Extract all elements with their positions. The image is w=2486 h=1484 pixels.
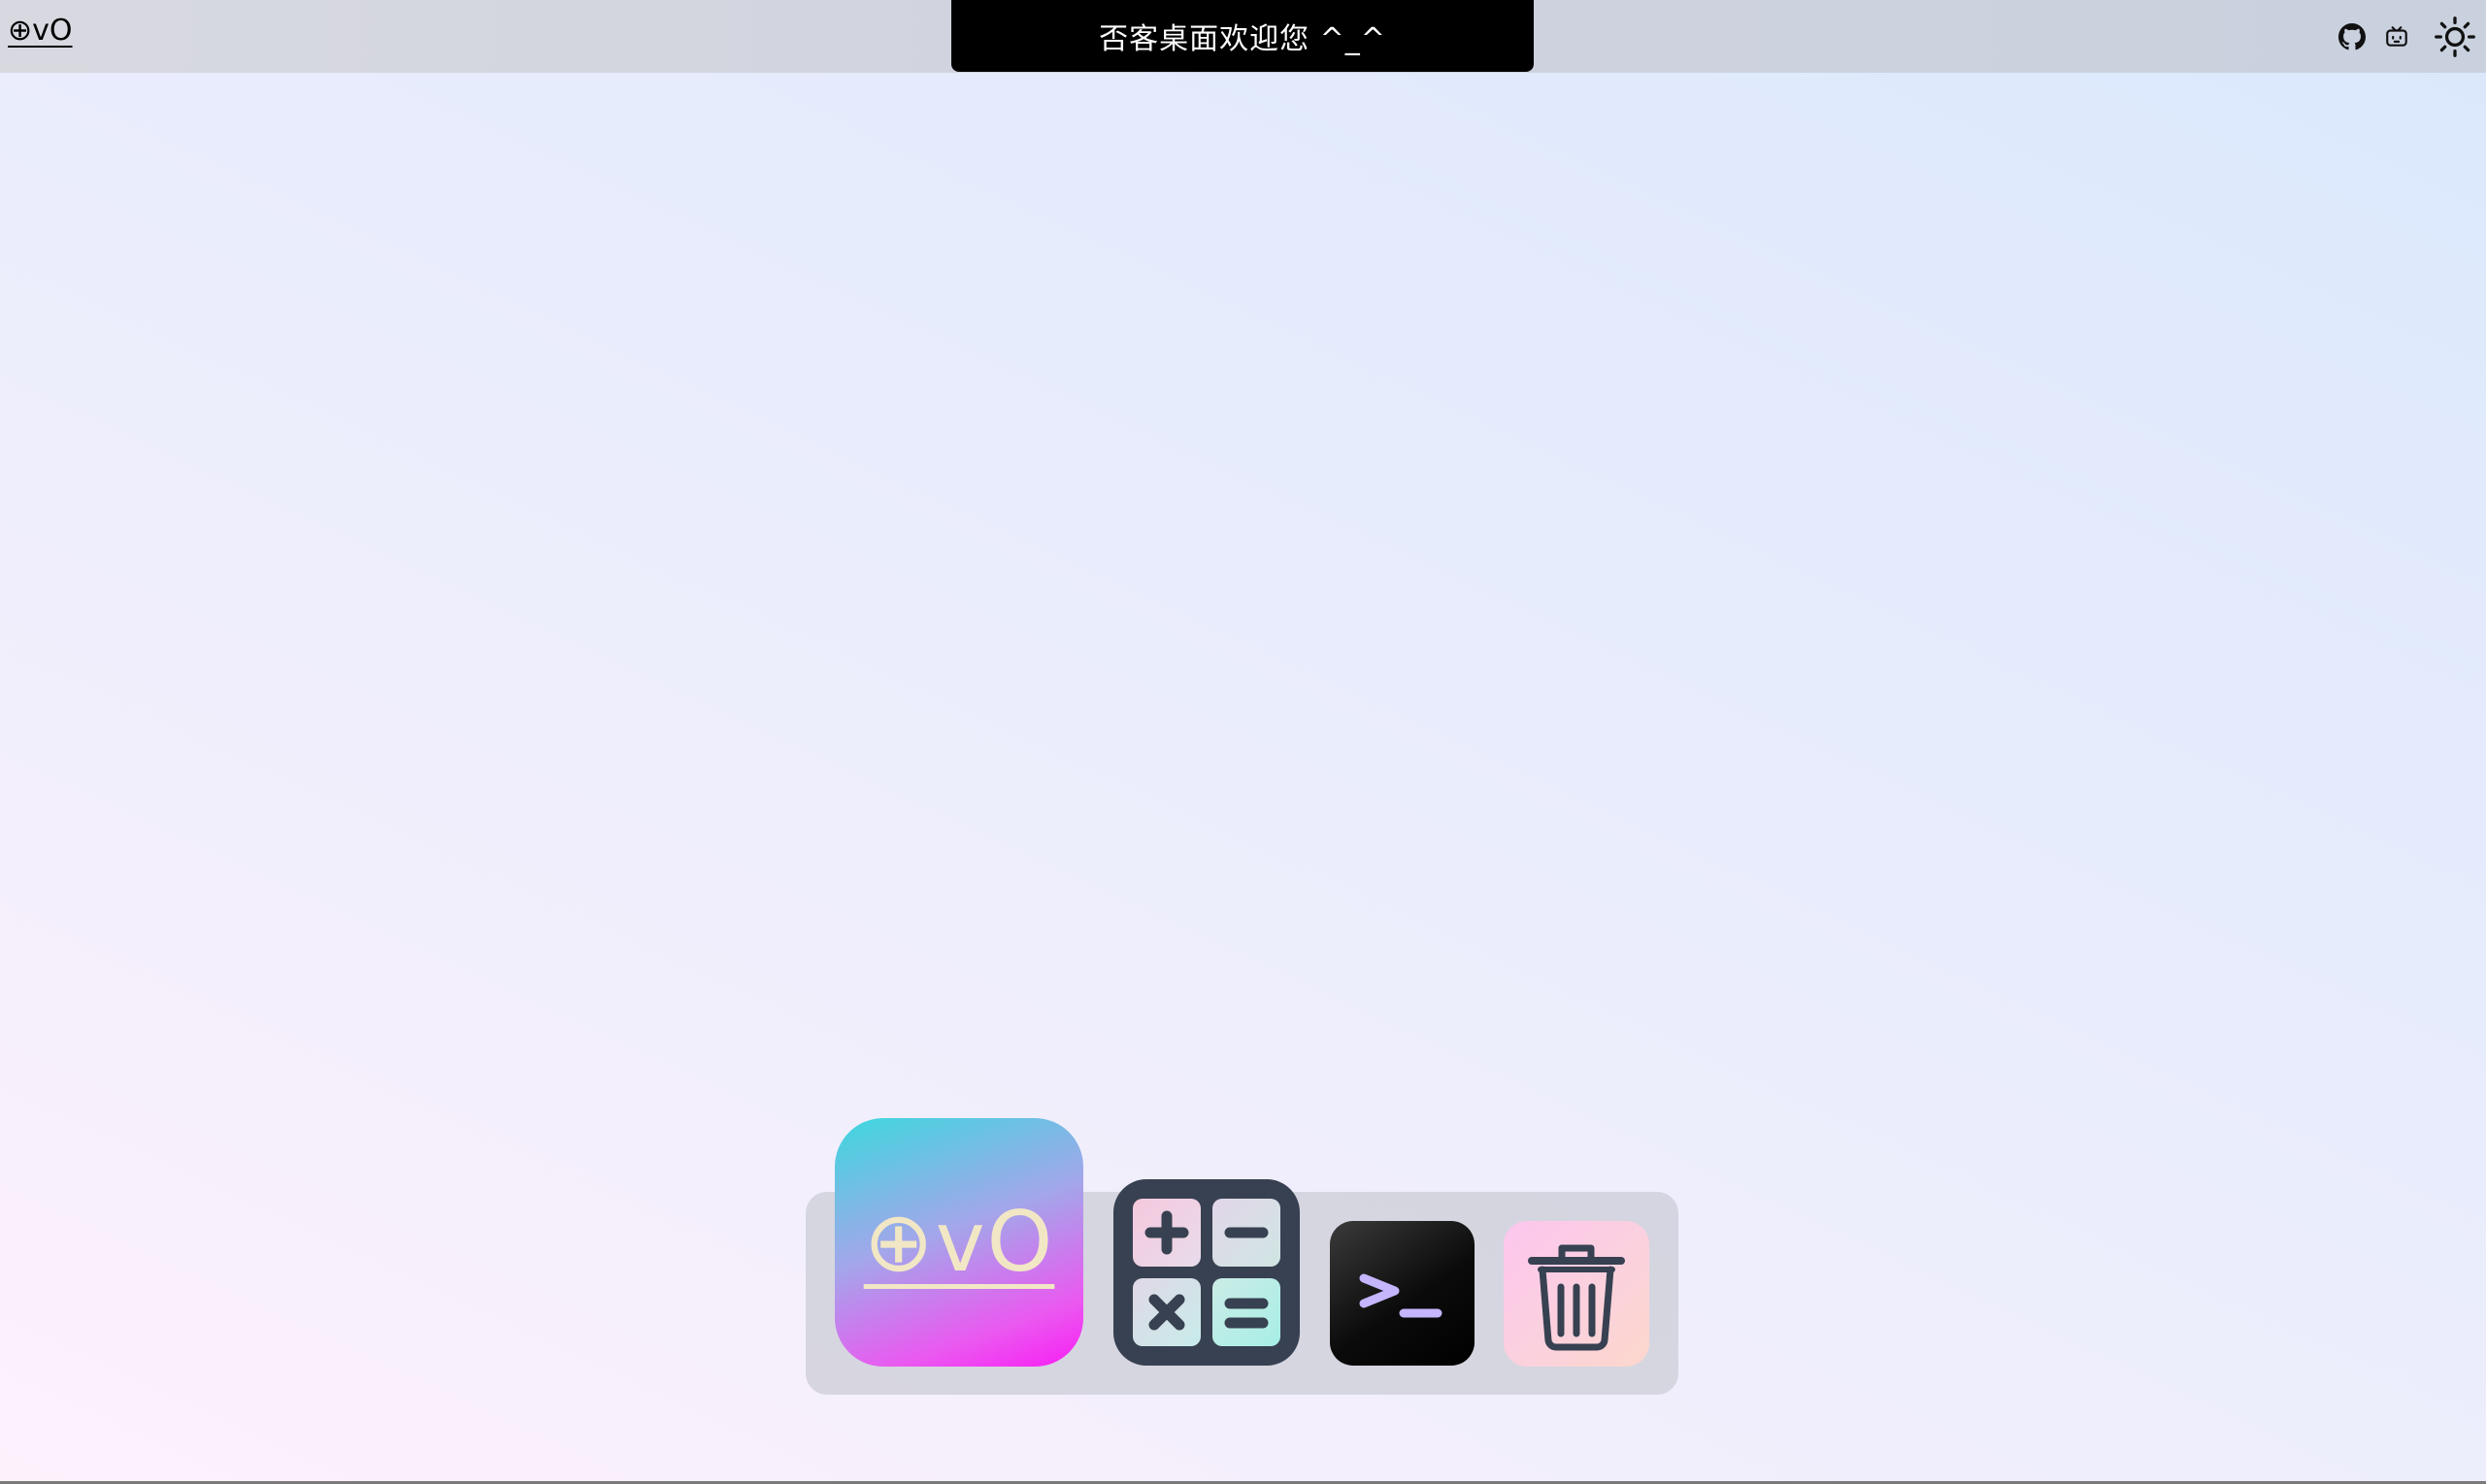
dock-app-home[interactable]: ⊕vO	[835, 1118, 1083, 1367]
brand-link[interactable]: ⊕vO	[8, 14, 73, 48]
dock-app-calculator[interactable]	[1113, 1179, 1300, 1366]
welcome-text: 否客桌面欢迎您 ^_^	[1099, 22, 1386, 56]
bilibili-icon[interactable]	[2381, 21, 2412, 52]
dock-app-terminal[interactable]	[1330, 1221, 1475, 1366]
trash-icon	[1504, 1219, 1649, 1369]
home-app-label: ⊕vO	[863, 1194, 1055, 1291]
welcome-banner: 否客桌面欢迎您 ^_^	[951, 0, 1534, 72]
sun-icon[interactable]	[2432, 14, 2478, 60]
dock-app-trash[interactable]	[1504, 1221, 1649, 1367]
top-bar: ⊕vO 否客桌面欢迎您 ^_^	[0, 0, 2486, 73]
terminal-icon	[1330, 1219, 1475, 1368]
github-icon[interactable]	[2337, 21, 2368, 52]
system-tray	[2337, 0, 2486, 73]
calculator-icon	[1113, 1199, 1300, 1369]
